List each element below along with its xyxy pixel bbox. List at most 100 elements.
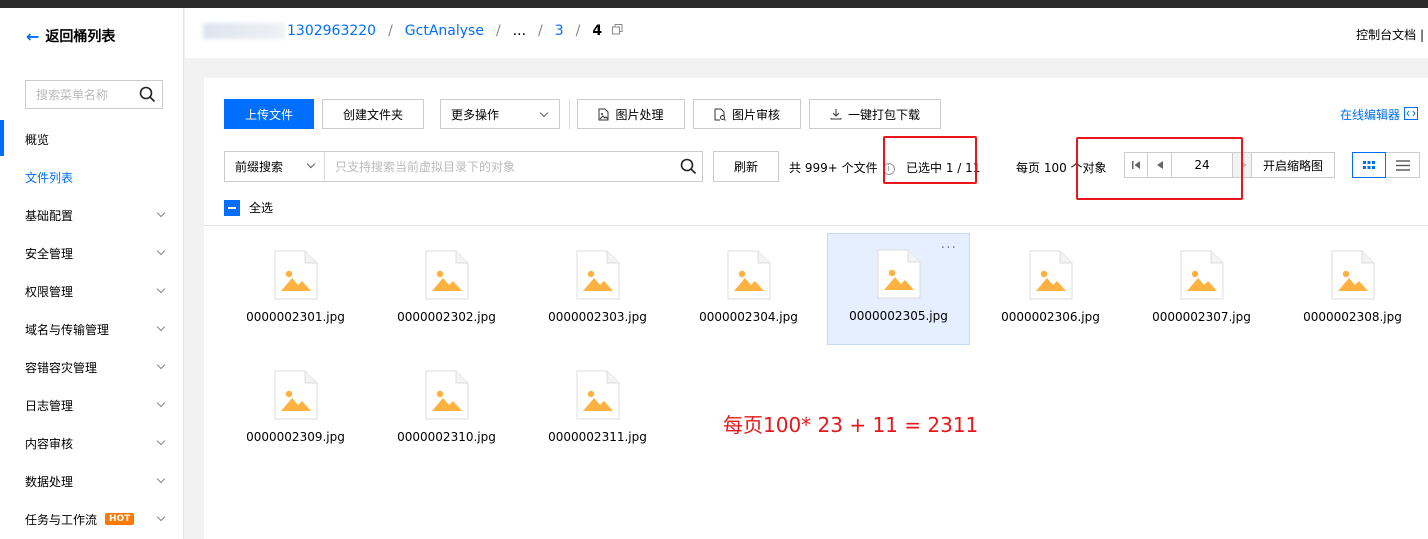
search-icon[interactable] bbox=[139, 86, 156, 106]
file-name: 0000002302.jpg bbox=[397, 310, 496, 324]
sidebar-item-label: 数据处理 bbox=[25, 474, 74, 489]
image-audit-label: 图片审核 bbox=[731, 107, 780, 122]
header-divider bbox=[204, 225, 1428, 226]
sidebar-item-tasks-workflow[interactable]: 任务与工作流 HOT bbox=[0, 500, 184, 538]
create-folder-label: 创建文件夹 bbox=[342, 107, 403, 122]
breadcrumb-gctanalyse[interactable]: GctAnalyse bbox=[405, 23, 484, 39]
upload-label: 上传文件 bbox=[244, 107, 293, 122]
hot-badge: HOT bbox=[105, 513, 135, 525]
sidebar-item-label: 日志管理 bbox=[25, 398, 74, 413]
sidebar-item-security[interactable]: 安全管理 bbox=[0, 234, 184, 272]
image-file-icon bbox=[274, 370, 317, 420]
back-to-bucket-list-link[interactable]: ← 返回桶列表 bbox=[26, 26, 115, 46]
chevron-down-icon bbox=[156, 360, 166, 370]
file-item[interactable]: 0000002306.jpg bbox=[979, 235, 1122, 347]
menu-search bbox=[25, 80, 163, 109]
breadcrumb-ellipsis[interactable]: ... bbox=[513, 23, 526, 39]
total-files-label: 共 999+ 个文件 bbox=[789, 161, 878, 175]
sidebar-item-domain-transfer[interactable]: 域名与传输管理 bbox=[0, 310, 184, 348]
red-highlight-pagination bbox=[1076, 137, 1243, 200]
refresh-label: 刷新 bbox=[733, 160, 758, 174]
upload-button[interactable]: 上传文件 bbox=[224, 99, 314, 129]
sidebar-menu: 概览 文件列表 基础配置 安全管理 权限管理 域名与传输管理 容错容灾管理 日志… bbox=[0, 120, 184, 538]
file-item[interactable]: 0000002307.jpg bbox=[1130, 235, 1273, 347]
sidebar-item-label: 容错容灾管理 bbox=[25, 360, 98, 375]
sidebar-item-logs[interactable]: 日志管理 bbox=[0, 386, 184, 424]
file-name: 0000002308.jpg bbox=[1303, 310, 1402, 324]
file-name: 0000002305.jpg bbox=[849, 309, 948, 323]
copy-icon[interactable] bbox=[612, 23, 623, 39]
sidebar-item-file-list[interactable]: 文件列表 bbox=[0, 158, 184, 196]
file-item[interactable]: 0000002302.jpg bbox=[375, 235, 518, 347]
sidebar-item-content-audit[interactable]: 内容审核 bbox=[0, 424, 184, 462]
chevron-down-icon bbox=[156, 436, 166, 446]
file-item[interactable]: 0000002308.jpg bbox=[1281, 235, 1424, 347]
pack-download-button[interactable]: 一键打包下载 bbox=[809, 99, 941, 129]
file-item[interactable]: 0000002303.jpg bbox=[526, 235, 669, 347]
image-file-icon bbox=[425, 250, 468, 300]
breadcrumb-folder-3[interactable]: 3 bbox=[555, 23, 564, 39]
list-icon bbox=[1395, 159, 1410, 171]
file-item[interactable]: 0000002304.jpg bbox=[677, 235, 820, 347]
total-files-text: 共 999+ 个文件 i bbox=[789, 159, 895, 176]
page-header: 1302963220 / GctAnalyse / ... / 3 / 4 控制… bbox=[185, 8, 1428, 58]
image-file-icon bbox=[576, 250, 619, 300]
search-icon[interactable] bbox=[674, 158, 702, 175]
sidebar-item-overview[interactable]: 概览 bbox=[0, 120, 184, 158]
sidebar-accent-bar bbox=[0, 120, 4, 156]
image-file-icon bbox=[1331, 250, 1374, 300]
prefix-search: 前缀搜索 bbox=[224, 151, 703, 182]
image-file-icon bbox=[1029, 250, 1072, 300]
list-view-button[interactable] bbox=[1386, 152, 1420, 178]
thumbnail-toggle-button[interactable]: 开启缩略图 bbox=[1251, 152, 1335, 178]
back-label: 返回桶列表 bbox=[45, 29, 116, 45]
toolbar-divider bbox=[569, 99, 570, 129]
more-actions-label: 更多操作 bbox=[451, 107, 500, 122]
search-input[interactable] bbox=[325, 159, 674, 174]
file-item[interactable]: 0000002310.jpg bbox=[375, 355, 518, 467]
image-file-icon bbox=[1180, 250, 1223, 300]
create-folder-button[interactable]: 创建文件夹 bbox=[322, 99, 424, 129]
top-strip bbox=[0, 0, 1428, 8]
menu-search-input[interactable] bbox=[36, 87, 136, 102]
more-actions-dropdown[interactable]: 更多操作 bbox=[440, 99, 560, 129]
image-file-icon bbox=[877, 249, 920, 299]
sidebar-item-data-processing[interactable]: 数据处理 bbox=[0, 462, 184, 500]
online-editor-label: 在线编辑器 bbox=[1339, 108, 1400, 122]
chevron-down-icon bbox=[156, 284, 166, 294]
image-audit-button[interactable]: 图片审核 bbox=[693, 99, 801, 129]
file-item[interactable]: 0000002311.jpg bbox=[526, 355, 669, 467]
file-item[interactable]: 0000002309.jpg bbox=[224, 355, 367, 467]
sidebar-item-permissions[interactable]: 权限管理 bbox=[0, 272, 184, 310]
chevron-down-icon bbox=[156, 322, 166, 332]
breadcrumb-separator: / bbox=[538, 23, 543, 39]
sidebar: ← 返回桶列表 概览 文件列表 基础配置 安全管理 权限管理 域名与传输管理 容… bbox=[0, 8, 184, 539]
file-item[interactable]: 0000002305.jpg ··· bbox=[827, 233, 970, 345]
code-editor-icon bbox=[1404, 106, 1418, 123]
image-process-button[interactable]: 图片处理 bbox=[577, 99, 685, 129]
breadcrumb-bucket[interactable]: 1302963220 bbox=[287, 23, 376, 39]
file-list-panel: 上传文件 创建文件夹 更多操作 图片处理 图片审核 一键打包下载 在线编辑器 前… bbox=[204, 78, 1428, 539]
sidebar-item-label: 文件列表 bbox=[25, 170, 74, 185]
console-docs-link[interactable]: 控制台文档 | bbox=[1356, 26, 1428, 43]
indeterminate-checkbox-icon bbox=[224, 199, 240, 216]
sidebar-item-basic-config[interactable]: 基础配置 bbox=[0, 196, 184, 234]
file-name: 0000002311.jpg bbox=[548, 430, 647, 444]
sidebar-item-label: 任务与工作流 bbox=[25, 512, 98, 527]
select-all-checkbox[interactable]: 全选 bbox=[224, 199, 273, 216]
breadcrumb-separator: / bbox=[388, 23, 393, 39]
red-annotation-text: 每页100* 23 + 11 = 2311 bbox=[723, 413, 979, 437]
online-editor-link[interactable]: 在线编辑器 bbox=[1340, 106, 1418, 123]
file-name: 0000002309.jpg bbox=[246, 430, 345, 444]
search-type-select[interactable]: 前缀搜索 bbox=[225, 152, 325, 181]
pack-download-label: 一键打包下载 bbox=[847, 107, 920, 122]
refresh-button[interactable]: 刷新 bbox=[713, 151, 779, 182]
grid-view-button[interactable] bbox=[1352, 152, 1386, 178]
more-options-icon[interactable]: ··· bbox=[941, 240, 957, 256]
file-name: 0000002304.jpg bbox=[699, 310, 798, 324]
breadcrumb-separator: / bbox=[495, 23, 501, 39]
sidebar-item-fault-tolerance[interactable]: 容错容灾管理 bbox=[0, 348, 184, 386]
grid-icon bbox=[1363, 161, 1375, 169]
chevron-down-icon bbox=[156, 512, 166, 522]
file-item[interactable]: 0000002301.jpg bbox=[224, 235, 367, 347]
